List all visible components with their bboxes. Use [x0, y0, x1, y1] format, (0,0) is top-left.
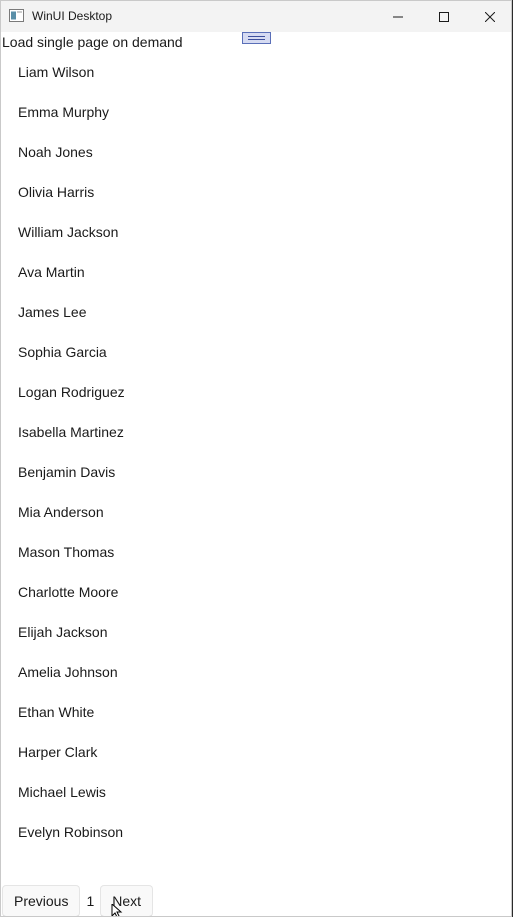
app-window-icon [9, 9, 24, 22]
list-item[interactable]: Emma Murphy [2, 92, 511, 132]
minimize-icon [393, 16, 403, 17]
list-item[interactable]: William Jackson [2, 212, 511, 252]
page-heading: Load single page on demand [2, 34, 183, 50]
list-item[interactable]: Harper Clark [2, 732, 511, 772]
list-item[interactable]: Ava Martin [2, 252, 511, 292]
list-item[interactable]: Evelyn Robinson [2, 812, 511, 852]
app-window: WinUI Desktop Load single page on demand… [0, 0, 512, 917]
close-button[interactable] [467, 1, 511, 32]
list-item[interactable]: Liam Wilson [2, 52, 511, 92]
maximize-button[interactable] [421, 1, 467, 32]
maximize-icon [439, 11, 449, 22]
drag-handle[interactable] [242, 32, 271, 44]
list-item[interactable]: Logan Rodriguez [2, 372, 511, 412]
previous-button[interactable]: Previous [2, 885, 81, 916]
list-item[interactable]: Elijah Jackson [2, 612, 511, 652]
window-title: WinUI Desktop [32, 9, 113, 23]
names-list[interactable]: Liam Wilson Emma Murphy Noah Jones Olivi… [2, 52, 511, 852]
list-item[interactable]: Sophia Garcia [2, 332, 511, 372]
list-item[interactable]: Michael Lewis [2, 772, 511, 812]
list-item[interactable]: Olivia Harris [2, 172, 511, 212]
page-number: 1 [86, 893, 95, 909]
pager: Previous 1 Next [2, 885, 154, 916]
close-icon [485, 11, 495, 22]
list-item[interactable]: Charlotte Moore [2, 572, 511, 612]
title-bar[interactable]: WinUI Desktop [1, 1, 511, 32]
list-item[interactable]: Benjamin Davis [2, 452, 511, 492]
list-item[interactable]: Amelia Johnson [2, 652, 511, 692]
list-item[interactable]: Ethan White [2, 692, 511, 732]
mouse-pointer-icon [111, 904, 123, 916]
list-item[interactable]: Mason Thomas [2, 532, 511, 572]
list-item[interactable]: Noah Jones [2, 132, 511, 172]
list-item[interactable]: Mia Anderson [2, 492, 511, 532]
minimize-button[interactable] [375, 1, 421, 32]
list-item[interactable]: James Lee [2, 292, 511, 332]
next-button[interactable]: Next [100, 885, 154, 916]
list-item[interactable]: Isabella Martinez [2, 412, 511, 452]
